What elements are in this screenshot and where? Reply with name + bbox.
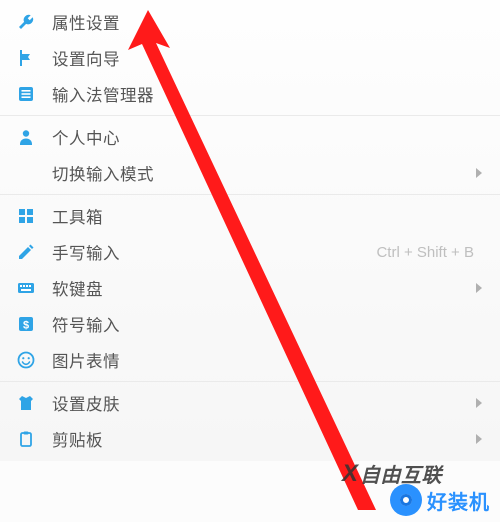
- menu-item-label: 属性设置: [52, 10, 482, 34]
- menu-item-soft-keyboard[interactable]: 软键盘: [0, 270, 500, 306]
- watermark-text: 自由互联: [360, 459, 442, 488]
- keyboard-icon: [14, 276, 38, 300]
- menu-separator: [0, 194, 500, 195]
- pencil-icon: [14, 240, 38, 264]
- menu-item-label: 切换输入模式: [52, 161, 472, 185]
- wrench-icon: [14, 10, 38, 34]
- chevron-right-icon: [476, 283, 482, 293]
- menu-item-toolbox[interactable]: 工具箱: [0, 198, 500, 234]
- menu-item-label: 设置皮肤: [52, 391, 472, 415]
- menu-item-label: 输入法管理器: [52, 82, 482, 106]
- menu-item-handwriting[interactable]: 手写输入Ctrl + Shift + B: [0, 234, 500, 270]
- menu-item-label: 工具箱: [52, 204, 482, 228]
- chevron-right-icon: [476, 398, 482, 408]
- person-icon: [14, 125, 38, 149]
- menu-item-emoji[interactable]: 图片表情: [0, 342, 500, 378]
- dollar-icon: [14, 312, 38, 336]
- chevron-right-icon: [476, 434, 482, 444]
- smile-icon: [14, 348, 38, 372]
- menu-item-wizard[interactable]: 设置向导: [0, 40, 500, 76]
- target-logo-icon: [390, 484, 422, 516]
- x-logo-icon: X: [342, 460, 356, 488]
- menu-item-symbol-input[interactable]: 符号输入: [0, 306, 500, 342]
- menu-item-label: 设置向导: [52, 46, 482, 70]
- menu-item-switch-mode[interactable]: 切换输入模式: [0, 155, 500, 191]
- menu-item-clipboard[interactable]: 剪贴板: [0, 421, 500, 457]
- menu-item-user-center[interactable]: 个人中心: [0, 119, 500, 155]
- watermark-text: 好装机: [427, 486, 490, 515]
- menu-item-label: 符号输入: [52, 312, 482, 336]
- menu-separator: [0, 115, 500, 116]
- shirt-icon: [14, 391, 38, 415]
- menu-separator: [0, 381, 500, 382]
- watermark-ziyouhulian: X 自由互联: [342, 459, 442, 488]
- context-menu: 属性设置设置向导输入法管理器个人中心切换输入模式工具箱手写输入Ctrl + Sh…: [0, 0, 500, 461]
- menu-item-label: 剪贴板: [52, 427, 472, 451]
- watermark-haozhuangji: 好装机: [390, 484, 490, 516]
- clipboard-icon: [14, 427, 38, 451]
- grid-icon: [14, 204, 38, 228]
- menu-item-properties[interactable]: 属性设置: [0, 4, 500, 40]
- menu-item-label: 手写输入: [52, 240, 376, 264]
- flag-icon: [14, 46, 38, 70]
- menu-item-skin[interactable]: 设置皮肤: [0, 385, 500, 421]
- menu-item-ime-manager[interactable]: 输入法管理器: [0, 76, 500, 112]
- blank-icon: [14, 161, 38, 185]
- menu-item-shortcut: Ctrl + Shift + B: [376, 244, 474, 261]
- chevron-right-icon: [476, 168, 482, 178]
- menu-item-label: 图片表情: [52, 348, 482, 372]
- menu-item-label: 个人中心: [52, 125, 482, 149]
- list-icon: [14, 82, 38, 106]
- menu-item-label: 软键盘: [52, 276, 472, 300]
